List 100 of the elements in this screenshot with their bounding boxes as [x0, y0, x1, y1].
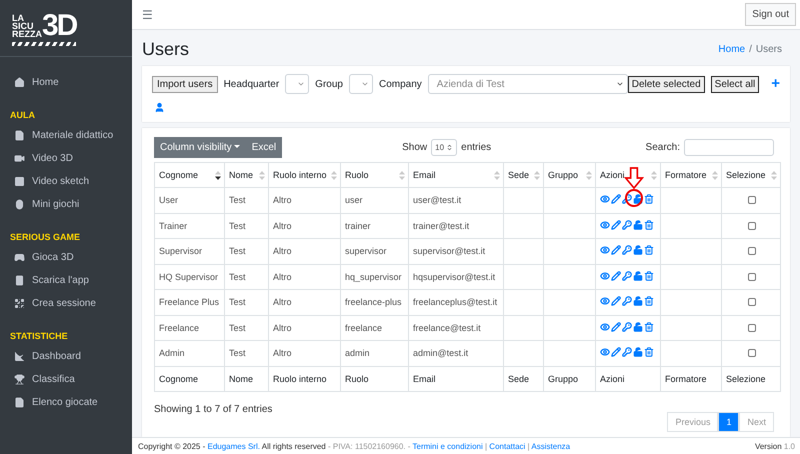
up-down-icon	[446, 144, 454, 150]
unlock-icon[interactable]	[633, 270, 643, 281]
footer-link[interactable]: Contattaci	[489, 442, 526, 450]
table-cell: hq_supervisor	[340, 264, 408, 290]
column-header[interactable]: Cognome	[154, 162, 224, 188]
column-header[interactable]: Azioni	[596, 162, 660, 188]
edit-icon[interactable]	[611, 347, 621, 358]
delete-icon[interactable]	[644, 245, 654, 256]
row-checkbox[interactable]	[748, 298, 756, 306]
edit-icon[interactable]	[611, 194, 621, 204]
edit-icon[interactable]	[611, 322, 621, 332]
sign-out-button[interactable]: Sign out	[745, 3, 796, 26]
column-header[interactable]: Ruolo	[340, 162, 408, 188]
table-cell: Altro	[268, 238, 340, 264]
table-cell	[504, 315, 544, 340]
edit-icon[interactable]	[611, 220, 621, 230]
page-title: Users	[142, 38, 190, 60]
table-cell: admin	[340, 340, 408, 366]
view-icon[interactable]	[600, 220, 610, 230]
sidebar-item[interactable]: Video sketch	[0, 170, 132, 193]
column-header[interactable]: Ruolo interno	[268, 162, 340, 188]
delete-icon[interactable]	[644, 270, 654, 281]
down-arrow-drawing	[624, 167, 644, 190]
import-users-button[interactable]: Import users	[152, 76, 218, 92]
pagination-button[interactable]: 1	[718, 412, 740, 432]
view-icon[interactable]	[600, 270, 610, 281]
column-footer: Cognome	[154, 366, 224, 391]
sidebar-item[interactable]: Crea sessione	[0, 292, 132, 315]
table-cell	[504, 238, 544, 264]
sidebar-item[interactable]: Gioca 3D	[0, 246, 132, 269]
column-header[interactable]: Selezione	[722, 162, 780, 188]
sidebar-item[interactable]: Scarica l'app	[0, 269, 132, 292]
user-icon[interactable]	[154, 102, 165, 113]
delete-icon[interactable]	[644, 347, 654, 358]
edit-icon[interactable]	[611, 245, 621, 256]
unlock-icon[interactable]	[633, 194, 643, 204]
select-all-button[interactable]: Select all	[710, 76, 760, 92]
table-cell: Test	[224, 188, 268, 213]
unlock-icon[interactable]	[633, 322, 643, 332]
key-icon[interactable]	[622, 270, 632, 281]
delete-icon[interactable]	[644, 322, 654, 332]
sidebar-item[interactable]: Materiale didattico	[0, 124, 132, 147]
delete-icon[interactable]	[644, 220, 654, 230]
add-button[interactable]: +	[771, 78, 780, 90]
key-icon[interactable]	[622, 245, 632, 256]
unlock-icon[interactable]	[633, 296, 643, 306]
sidebar-item[interactable]: Video 3D	[0, 147, 132, 170]
view-icon[interactable]	[600, 245, 610, 256]
column-header[interactable]: Formatore	[660, 162, 722, 188]
row-checkbox[interactable]	[748, 324, 756, 332]
edit-icon[interactable]	[611, 296, 621, 306]
entries-select[interactable]: 10	[431, 138, 458, 156]
delete-icon[interactable]	[644, 194, 654, 204]
key-icon[interactable]	[622, 194, 632, 204]
footer-link[interactable]: Edugames Srl.	[207, 442, 260, 450]
table-cell: Test	[224, 315, 268, 340]
delete-icon[interactable]	[644, 296, 654, 306]
view-icon[interactable]	[600, 347, 610, 358]
footer-link[interactable]: Assistenza	[531, 442, 570, 450]
row-checkbox[interactable]	[748, 196, 756, 204]
table-cell: HQ Supervisor	[154, 264, 224, 290]
row-checkbox[interactable]	[748, 272, 756, 281]
sidebar-item[interactable]: Dashboard	[0, 345, 132, 368]
sidebar-item[interactable]: Home	[0, 71, 132, 94]
footer-link[interactable]: Termini e condizioni	[412, 442, 483, 450]
sort-icon[interactable]	[215, 170, 221, 180]
column-header[interactable]: Email	[408, 162, 504, 188]
column-header[interactable]: Nome	[224, 162, 268, 188]
row-checkbox[interactable]	[748, 349, 756, 358]
delete-selected-button[interactable]: Delete selected	[628, 76, 705, 92]
key-icon[interactable]	[622, 220, 632, 230]
table-cell: freelanceplus@test.it	[408, 290, 504, 315]
column-header[interactable]: Gruppo	[544, 162, 596, 188]
key-icon[interactable]	[622, 347, 632, 358]
row-checkbox[interactable]	[748, 247, 756, 256]
row-checkbox[interactable]	[748, 222, 756, 230]
view-icon[interactable]	[600, 296, 610, 306]
view-icon[interactable]	[600, 322, 610, 332]
grid-icon	[14, 298, 25, 309]
sidebar-section-title: SERIOUS GAME	[9, 231, 82, 244]
sidebar-item[interactable]: Elenco giocate	[0, 391, 132, 414]
key-icon[interactable]	[622, 296, 632, 306]
table-cell: Test	[224, 290, 268, 315]
breadcrumb-item[interactable]: Home	[718, 44, 746, 54]
sidebar-item[interactable]: Classifica	[0, 368, 132, 391]
unlock-icon[interactable]	[633, 347, 643, 358]
key-icon[interactable]	[622, 322, 632, 332]
column-footer: Sede	[504, 366, 544, 391]
edit-icon[interactable]	[611, 270, 621, 281]
sidebar-item[interactable]: Mini giochi	[0, 193, 132, 216]
table-info: Showing 1 to 7 of 7 entries	[154, 404, 272, 414]
company-label: Company	[378, 78, 422, 90]
view-icon[interactable]	[600, 194, 610, 204]
menu-icon[interactable]: ☰	[142, 8, 153, 22]
table-cell: supervisor@test.it	[408, 238, 504, 264]
unlock-icon[interactable]	[633, 245, 643, 256]
company-select[interactable]: Azienda di Test	[428, 74, 628, 94]
unlock-icon[interactable]	[633, 220, 643, 230]
column-header[interactable]: Sede	[504, 162, 544, 188]
search-field[interactable]	[684, 138, 774, 156]
